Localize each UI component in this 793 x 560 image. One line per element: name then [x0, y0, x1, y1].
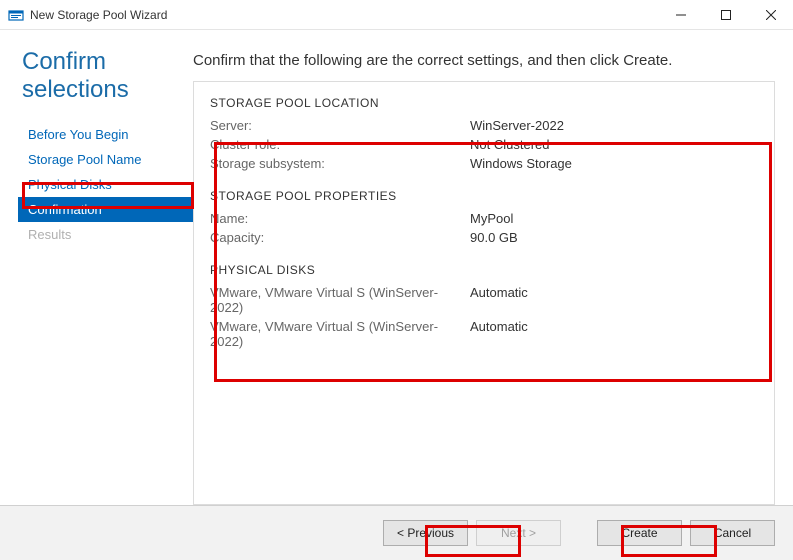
label-cluster-role: Cluster role:: [210, 137, 470, 152]
label-capacity: Capacity:: [210, 230, 470, 245]
value-capacity: 90.0 GB: [470, 230, 518, 245]
value-server: WinServer-2022: [470, 118, 564, 133]
cancel-button[interactable]: Cancel: [690, 520, 775, 546]
label-server: Server:: [210, 118, 470, 133]
close-button[interactable]: [748, 0, 793, 29]
nav-before-you-begin[interactable]: Before You Begin: [18, 122, 193, 147]
label-storage-subsystem: Storage subsystem:: [210, 156, 470, 171]
app-icon: [8, 7, 24, 23]
label-name: Name:: [210, 211, 470, 226]
value-name: MyPool: [470, 211, 513, 226]
maximize-button[interactable]: [703, 0, 748, 29]
create-button[interactable]: Create: [597, 520, 682, 546]
page-title: Confirm selections: [18, 48, 193, 104]
instruction-text: Confirm that the following are the corre…: [193, 48, 775, 69]
section-title-location: STORAGE POOL LOCATION: [210, 96, 758, 110]
disk-row: VMware, VMware Virtual S (WinServer-2022…: [210, 283, 758, 317]
window-controls: [658, 0, 793, 29]
nav-physical-disks[interactable]: Physical Disks: [18, 172, 193, 197]
disk-row: VMware, VMware Virtual S (WinServer-2022…: [210, 317, 758, 351]
disk-alloc: Automatic: [470, 319, 528, 349]
nav-confirmation[interactable]: Confirmation: [18, 197, 193, 222]
disk-desc: VMware, VMware Virtual S (WinServer-2022…: [210, 319, 470, 349]
disk-alloc: Automatic: [470, 285, 528, 315]
row-cluster-role: Cluster role: Not Clustered: [210, 135, 758, 154]
row-storage-subsystem: Storage subsystem: Windows Storage: [210, 154, 758, 173]
next-button: Next >: [476, 520, 561, 546]
value-storage-subsystem: Windows Storage: [470, 156, 572, 171]
window-title: New Storage Pool Wizard: [30, 8, 658, 22]
nav-storage-pool-name[interactable]: Storage Pool Name: [18, 147, 193, 172]
section-title-disks: PHYSICAL DISKS: [210, 263, 758, 277]
row-capacity: Capacity: 90.0 GB: [210, 228, 758, 247]
value-cluster-role: Not Clustered: [470, 137, 549, 152]
nav-results: Results: [18, 222, 193, 247]
confirmation-panel: STORAGE POOL LOCATION Server: WinServer-…: [193, 81, 775, 505]
row-name: Name: MyPool: [210, 209, 758, 228]
minimize-button[interactable]: [658, 0, 703, 29]
title-bar: New Storage Pool Wizard: [0, 0, 793, 30]
section-title-properties: STORAGE POOL PROPERTIES: [210, 189, 758, 203]
row-server: Server: WinServer-2022: [210, 116, 758, 135]
wizard-nav: Before You Begin Storage Pool Name Physi…: [18, 122, 193, 247]
previous-button[interactable]: < Previous: [383, 520, 468, 546]
wizard-footer: < Previous Next > Create Cancel: [0, 505, 793, 560]
disk-desc: VMware, VMware Virtual S (WinServer-2022…: [210, 285, 470, 315]
